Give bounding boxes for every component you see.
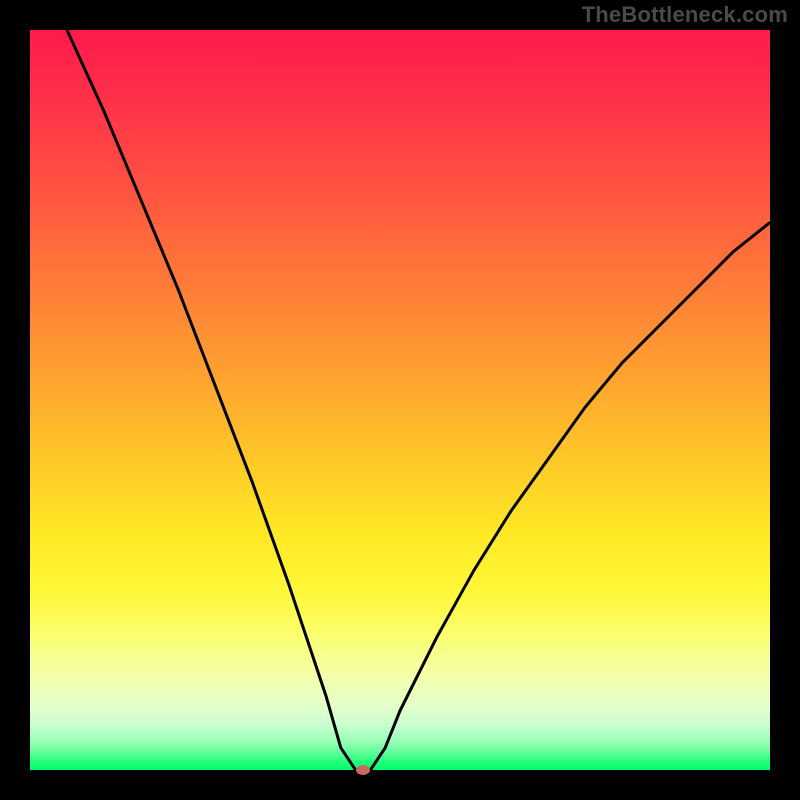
chart-container: TheBottleneck.com: [0, 0, 800, 800]
plot-area: [30, 30, 770, 770]
watermark-text: TheBottleneck.com: [582, 2, 788, 28]
bottleneck-marker: [356, 765, 370, 775]
curve-svg: [30, 30, 770, 770]
bottleneck-curve-path: [67, 30, 770, 770]
